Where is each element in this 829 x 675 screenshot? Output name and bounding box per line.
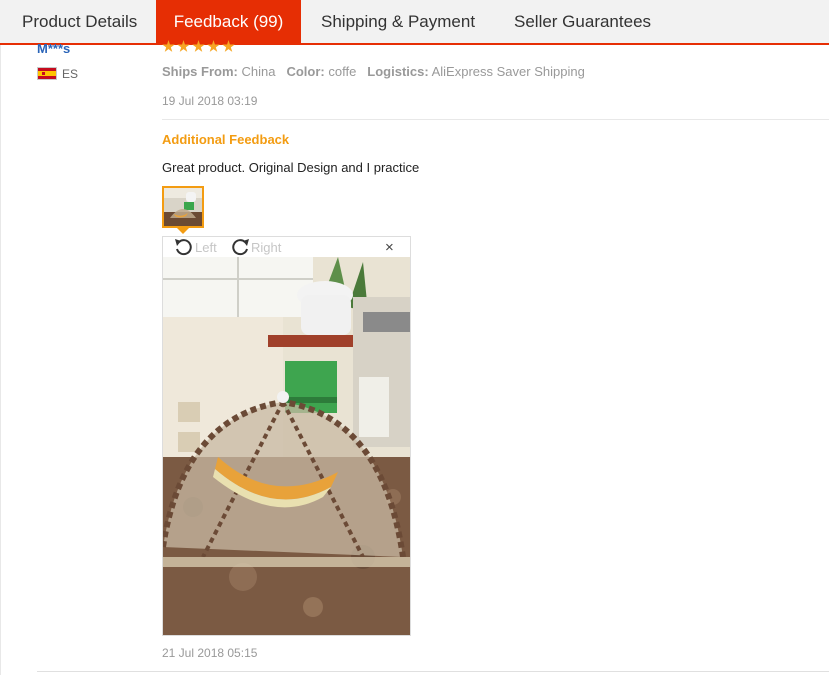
additional-feedback-text: Great product. Original Design and I pra… <box>162 160 420 175</box>
logistics-value: AliExpress Saver Shipping <box>431 64 585 79</box>
rotate-left-icon <box>175 239 192 256</box>
rotate-left-label: Left <box>195 240 217 255</box>
feedback-photo <box>163 257 410 635</box>
thumbnail-pointer <box>177 228 189 234</box>
ships-from-label: Ships From: <box>162 64 238 79</box>
reviewer-name[interactable]: M***s <box>37 41 70 56</box>
rotate-right-button[interactable]: Right <box>229 237 281 257</box>
photo-viewer: Left Right × <box>162 236 411 636</box>
tab-bar: Product Details Feedback (99) Shipping &… <box>0 0 829 45</box>
additional-feedback-date: 21 Jul 2018 05:15 <box>162 646 258 660</box>
tab-feedback[interactable]: Feedback (99) <box>156 0 301 43</box>
star-icon <box>207 40 220 52</box>
divider <box>162 119 829 120</box>
tab-product-details[interactable]: Product Details <box>22 0 137 43</box>
logistics-label: Logistics: <box>367 64 429 79</box>
close-icon[interactable]: × <box>385 239 394 256</box>
ships-from-value: China <box>241 64 276 79</box>
thumbnail-image <box>164 188 202 226</box>
additional-feedback-title: Additional Feedback <box>162 132 290 147</box>
color-value: coffe <box>328 64 357 79</box>
tab-seller-guarantees[interactable]: Seller Guarantees <box>514 0 651 43</box>
rating-stars <box>162 40 237 56</box>
star-icon <box>177 40 190 52</box>
rotate-right-icon <box>232 239 249 256</box>
rotate-left-button[interactable]: Left <box>173 237 217 257</box>
star-icon <box>222 40 235 52</box>
divider <box>37 671 829 672</box>
star-icon <box>192 40 205 52</box>
star-icon <box>162 40 175 52</box>
reviewer-country: ES <box>62 67 79 81</box>
tab-shipping-payment[interactable]: Shipping & Payment <box>321 0 475 43</box>
feedback-photo-thumbnail[interactable] <box>162 186 204 228</box>
content-border <box>0 45 1 675</box>
review-date: 19 Jul 2018 03:19 <box>162 94 258 108</box>
feedback-photo-image <box>163 257 410 635</box>
rotate-right-label: Right <box>251 240 282 255</box>
color-label: Color: <box>286 64 325 79</box>
order-info: Ships From: China Color: coffe Logistics: … <box>162 64 585 79</box>
spain-flag-icon <box>37 67 57 80</box>
